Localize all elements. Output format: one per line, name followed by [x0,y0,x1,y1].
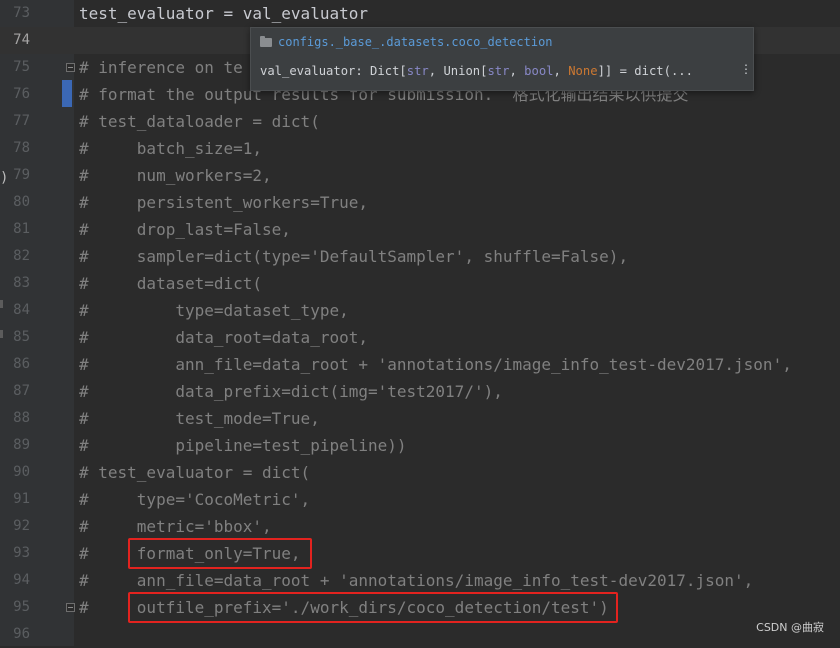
comment-text: # num_workers=2, [79,166,272,185]
fold-toggle-icon[interactable] [66,63,75,72]
line-number: 92 [13,518,30,534]
line-number: 89 [13,437,30,453]
code-line[interactable]: 85 # data_root=data_root, [0,324,840,351]
highlight-box-outfile-prefix [128,592,618,623]
line-number: 82 [13,248,30,264]
code-line[interactable]: 89 # pipeline=test_pipeline)) [0,432,840,459]
package-icon [260,36,272,47]
code-text: test_evaluator = val_evaluator [79,4,368,23]
line-number: 83 [13,275,30,291]
comment-text: # data_root=data_root, [79,328,368,347]
line-number: 91 [13,491,30,507]
comment-text: # test_mode=True, [79,409,320,428]
line-number: 73 [13,5,30,21]
comment-text: # type=dataset_type, [79,301,349,320]
code-line[interactable]: 90 # test_evaluator = dict( [0,459,840,486]
code-line[interactable]: 83 # dataset=dict( [0,270,840,297]
more-options-icon[interactable]: ⋮ [740,63,752,81]
code-line[interactable]: 86 # ann_file=data_root + 'annotations/i… [0,351,840,378]
code-line[interactable]: 81 # drop_last=False, [0,216,840,243]
comment-text: # ann_file=data_root + 'annotations/imag… [79,571,754,590]
line-number: 94 [13,572,30,588]
highlight-box-format-only [128,538,312,569]
code-line[interactable]: 87 # data_prefix=dict(img='test2017/'), [0,378,840,405]
popup-signature: val_evaluator: Dict[str, Union[str, bool… [260,64,693,78]
comment-text: # pipeline=test_pipeline)) [79,436,407,455]
code-line[interactable]: 77 # test_dataloader = dict( [0,108,840,135]
comment-text: # data_prefix=dict(img='test2017/'), [79,382,503,401]
comment-text: # test_dataloader = dict( [79,112,320,131]
line-number: 90 [13,464,30,480]
line-number: 81 [13,221,30,237]
line-number: 80 [13,194,30,210]
code-line[interactable]: 73 test_evaluator = val_evaluator [0,0,840,27]
comment-text: # persistent_workers=True, [79,193,368,212]
comment-text: # metric='bbox', [79,517,272,536]
code-line[interactable]: 79 # num_workers=2, [0,162,840,189]
comment-text: # sampler=dict(type='DefaultSampler', sh… [79,247,629,266]
popup-module-link[interactable]: configs._base_.datasets.coco_detection [260,34,553,50]
comment-text: # test_evaluator = dict( [79,463,311,482]
code-line[interactable]: 78 # batch_size=1, [0,135,840,162]
code-line[interactable]: 80 # persistent_workers=True, [0,189,840,216]
line-number: 95 [13,599,30,615]
comment-text: # dataset=dict( [79,274,263,293]
line-number: 85 [13,329,30,345]
comment-text: # ann_file=data_root + 'annotations/imag… [79,355,792,374]
code-editor[interactable]: 73 test_evaluator = val_evaluator 74 75 … [0,0,840,646]
line-number: 78 [13,140,30,156]
line-number: 86 [13,356,30,372]
comment-text: # type='CocoMetric', [79,490,311,509]
line-number: 87 [13,383,30,399]
line-number: 84 [13,302,30,318]
line-number: 88 [13,410,30,426]
line-number: 77 [13,113,30,129]
comment-text: # drop_last=False, [79,220,291,239]
comment-text: # batch_size=1, [79,139,263,158]
code-line[interactable]: 88 # test_mode=True, [0,405,840,432]
code-line[interactable]: 96 [0,621,840,648]
line-number: 75 [13,59,30,75]
line-number: 93 [13,545,30,561]
code-line[interactable]: 82 # sampler=dict(type='DefaultSampler',… [0,243,840,270]
watermark: CSDN @曲寂 [756,621,824,634]
code-line[interactable]: 93 # format_only=True, [0,540,840,567]
line-number: 76 [13,86,30,102]
line-number: 74 [13,32,30,48]
fold-toggle-icon[interactable] [66,603,75,612]
line-number: 96 [13,626,30,642]
code-line[interactable]: 84 # type=dataset_type, [0,297,840,324]
code-line[interactable]: 92 # metric='bbox', [0,513,840,540]
code-line[interactable]: 94 # ann_file=data_root + 'annotations/i… [0,567,840,594]
line-number: 79 [13,167,30,183]
code-line[interactable]: 91 # type='CocoMetric', [0,486,840,513]
module-path: configs._base_.datasets.coco_detection [278,35,553,49]
quick-documentation-popup[interactable]: configs._base_.datasets.coco_detection v… [250,27,754,91]
comment-text: # inference on te [79,58,243,77]
